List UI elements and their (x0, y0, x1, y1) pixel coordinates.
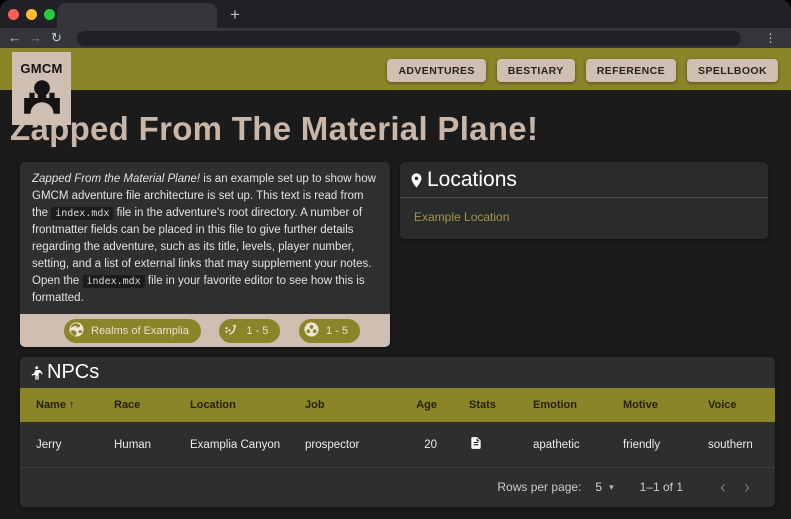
browser-toolbar: ← → ↻ ⋮ (0, 28, 791, 48)
adventure-description-card: Zapped From the Material Plane! is an ex… (20, 162, 390, 347)
nav-button-adventures[interactable]: ADVENTURES (387, 59, 486, 82)
new-tab-button[interactable]: + (230, 6, 240, 23)
forward-icon[interactable]: → (25, 28, 46, 48)
cell-motive: friendly (623, 438, 661, 451)
top-cards-row: Zapped From the Material Plane! is an ex… (20, 162, 791, 347)
locations-card: Locations Example Location (400, 162, 768, 239)
players-chip-label: 1 - 5 (325, 324, 348, 337)
browser-menu-icon[interactable]: ⋮ (759, 31, 783, 45)
location-pin-icon (408, 172, 425, 189)
next-page-icon[interactable]: › (735, 478, 759, 496)
cell-location: Examplia Canyon (190, 438, 281, 451)
rows-per-page-select[interactable]: 5 ▾ (595, 480, 613, 494)
minimize-window-button[interactable] (26, 8, 37, 20)
column-label: Name (36, 399, 66, 411)
column-header-voice[interactable]: Voice (692, 388, 775, 422)
locations-title: Locations (427, 168, 517, 191)
app-header: GMCM ADVENTURES BESTIARY REFERENCE SPELL… (0, 48, 791, 125)
pagination-range: 1–1 of 1 (639, 480, 683, 494)
rows-per-page-label: Rows per page: (497, 480, 582, 494)
location-link[interactable]: Example Location (400, 198, 523, 239)
table-header-row: Name ↑ Race Location Job Age Stats Emotio… (20, 388, 775, 422)
page-title: Zapped From The Material Plane! (10, 110, 539, 147)
levels-chip: 1 - 5 (219, 318, 281, 343)
column-header-job[interactable]: Job (289, 388, 401, 422)
person-icon (28, 365, 44, 381)
sort-ascending-icon: ↑ (68, 399, 75, 411)
column-header-location[interactable]: Location (174, 388, 289, 422)
setting-chip-label: Realms of Examplia (91, 324, 189, 337)
url-bar[interactable] (77, 30, 741, 46)
rows-per-page-value: 5 (595, 480, 603, 494)
chevron-down-icon: ▾ (609, 481, 614, 492)
players-icon (303, 321, 320, 341)
column-header-motive[interactable]: Motive (607, 388, 692, 422)
zoom-window-button[interactable] (44, 8, 55, 20)
logo-text: GMCM (20, 61, 63, 76)
column-header-name[interactable]: Name ↑ (20, 388, 98, 422)
column-header-emotion[interactable]: Emotion (517, 388, 607, 422)
previous-page-icon[interactable]: ‹ (711, 478, 735, 496)
cell-emotion: apathetic (533, 438, 580, 451)
column-header-stats[interactable]: Stats (453, 388, 517, 422)
table-pagination: Rows per page: 5 ▾ 1–1 of 1 ‹ › (20, 467, 775, 507)
cell-job: prospector (305, 438, 360, 451)
column-header-race[interactable]: Race (98, 388, 174, 422)
gmcm-logo[interactable]: GMCM (12, 52, 71, 125)
npcs-card: NPCs Name ↑ Race Location Job Age Stats … (20, 357, 775, 507)
castle-head-icon (12, 78, 71, 121)
browser-window: + ← → ↻ ⋮ GMCM ADVENTURES BESTIARY REFER… (0, 0, 791, 519)
cell-stats (453, 422, 517, 467)
cell-name: Jerry (36, 438, 62, 451)
adventure-meta-strip: Realms of Examplia 1 - 5 1 - 5 (20, 314, 390, 347)
tab-strip: + (0, 0, 791, 28)
back-icon[interactable]: ← (4, 28, 25, 48)
table-row: Jerry Human Examplia Canyon prospector 2… (20, 422, 775, 467)
cell-age: 20 (424, 438, 437, 451)
npcs-title: NPCs (47, 361, 100, 383)
players-chip: 1 - 5 (298, 318, 360, 343)
column-header-age[interactable]: Age (401, 388, 453, 422)
description-text: Zapped From the Material Plane! is an ex… (32, 173, 376, 304)
document-icon[interactable] (469, 435, 483, 451)
traffic-lights (8, 8, 55, 20)
levels-icon (223, 321, 240, 341)
close-window-button[interactable] (8, 8, 19, 20)
main-nav: ADVENTURES BESTIARY REFERENCE SPELLBOOK (387, 59, 778, 82)
cell-race: Human (114, 438, 152, 451)
nav-button-reference[interactable]: REFERENCE (585, 59, 677, 82)
nav-button-spellbook[interactable]: SPELLBOOK (687, 59, 778, 82)
reload-icon[interactable]: ↻ (46, 28, 67, 48)
cell-voice: southern (708, 438, 753, 451)
browser-tab[interactable] (57, 3, 217, 28)
levels-chip-label: 1 - 5 (246, 324, 269, 337)
setting-chip: Realms of Examplia (64, 318, 201, 343)
npcs-header: NPCs (20, 357, 775, 388)
nav-button-bestiary[interactable]: BESTIARY (496, 59, 575, 82)
locations-header: Locations (400, 162, 768, 197)
page-content: Zapped From The Material Plane! Zapped F… (0, 90, 791, 519)
globe-icon (68, 321, 85, 341)
npcs-table: Name ↑ Race Location Job Age Stats Emotio… (20, 388, 775, 467)
